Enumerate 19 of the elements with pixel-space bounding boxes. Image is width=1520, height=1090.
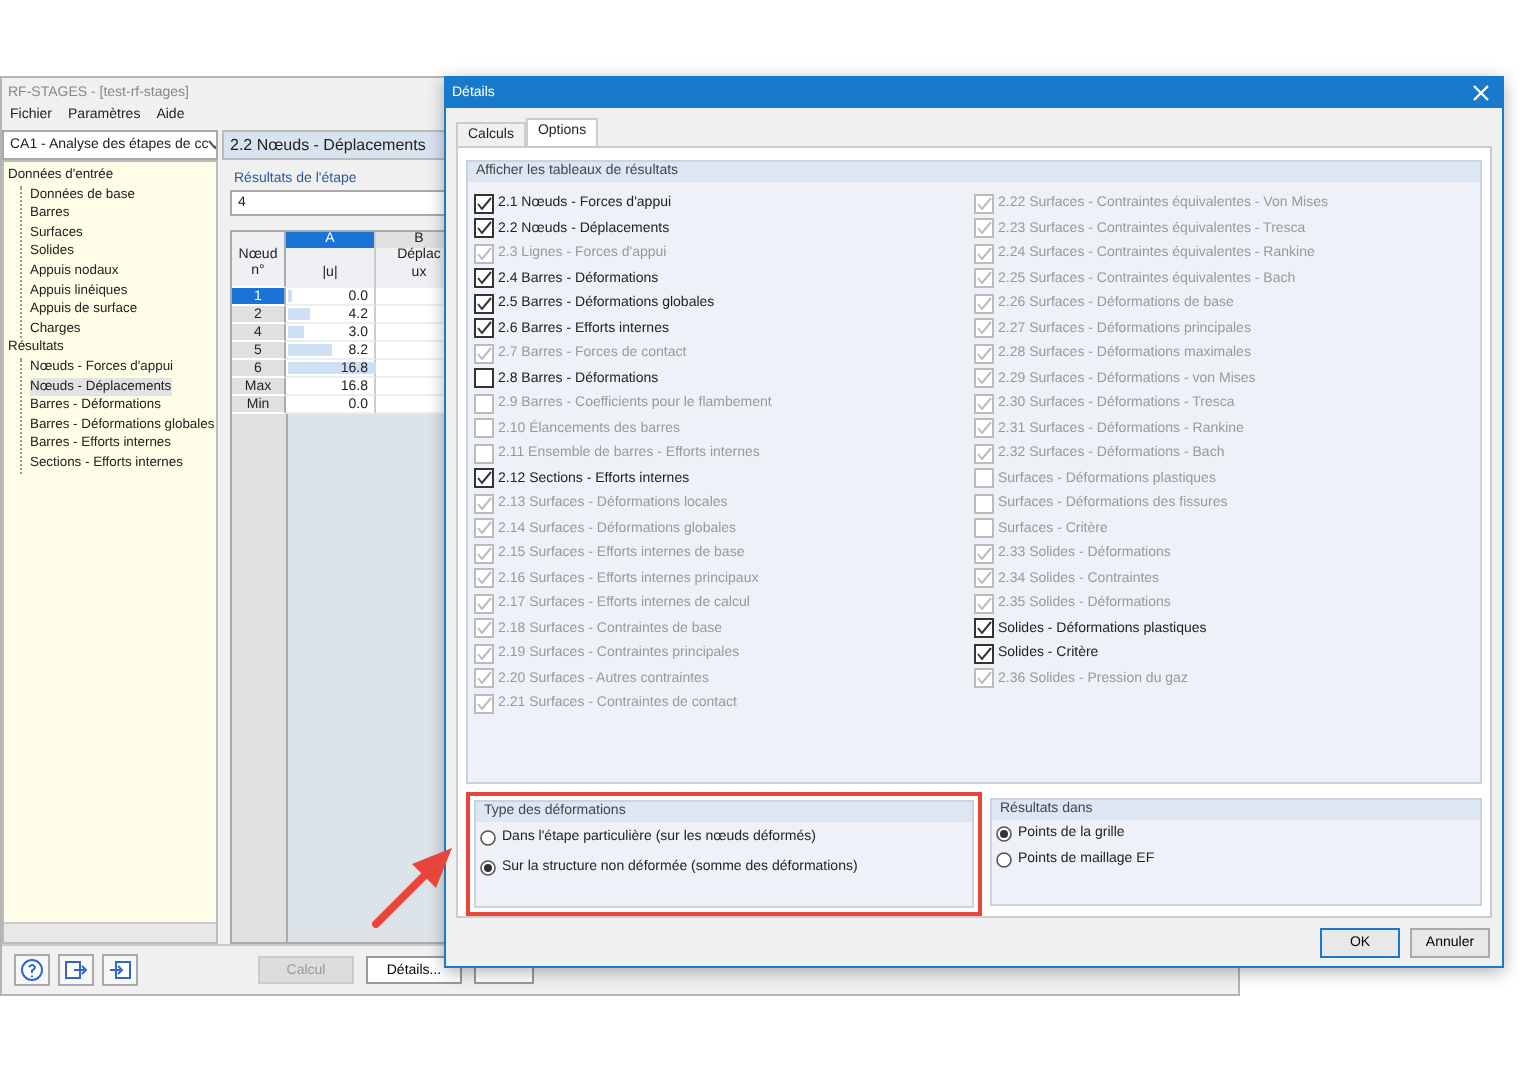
- checkbox[interactable]: [474, 293, 494, 314]
- callout-arrow: [372, 848, 452, 928]
- scrollbar[interactable]: [4, 922, 216, 942]
- checkbox[interactable]: [474, 368, 494, 389]
- checkbox[interactable]: [974, 618, 994, 639]
- checkbox[interactable]: [474, 468, 494, 489]
- checkbox[interactable]: [474, 218, 494, 239]
- close-icon[interactable]: [1472, 84, 1490, 103]
- radio-button[interactable]: [480, 859, 496, 876]
- export-icon[interactable]: [58, 954, 94, 986]
- checkbox[interactable]: [974, 643, 994, 664]
- radio-button[interactable]: [996, 851, 1012, 868]
- help-icon[interactable]: [14, 954, 50, 986]
- import-icon[interactable]: [102, 954, 138, 986]
- radio-button[interactable]: [480, 829, 496, 846]
- checkbox[interactable]: [474, 268, 494, 289]
- radio-button[interactable]: [996, 825, 1012, 842]
- checkbox[interactable]: [474, 193, 494, 214]
- checkbox[interactable]: [474, 318, 494, 339]
